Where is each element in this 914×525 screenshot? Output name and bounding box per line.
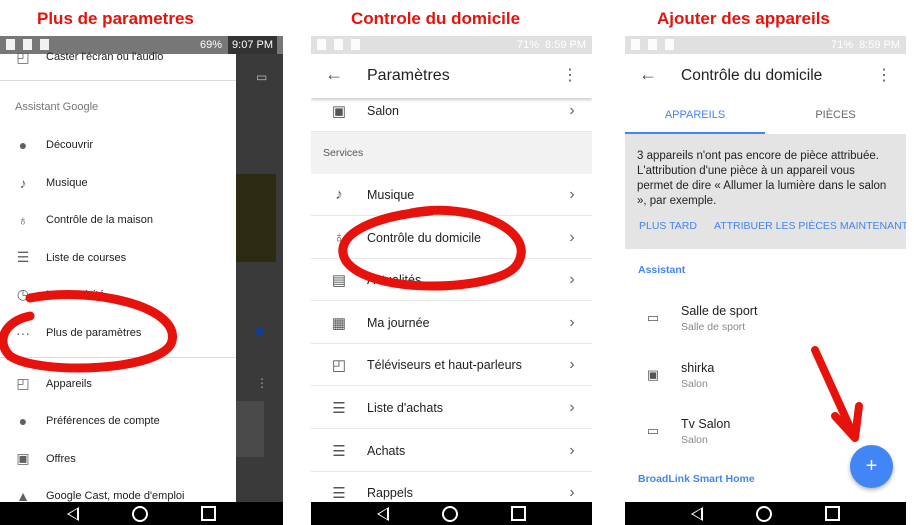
tab-pieces[interactable]: PIÈCES — [765, 98, 906, 134]
list-icon: ☰ — [332, 399, 346, 417]
settings-item-achats[interactable]: ☰ Achats › — [311, 430, 592, 472]
section-header: Assistant — [638, 264, 686, 276]
chevron-right-icon: › — [569, 355, 575, 373]
settings-item-televiseurs[interactable]: ◰ Téléviseurs et haut-parleurs › — [311, 344, 592, 386]
list-icon: ☰ — [332, 442, 346, 460]
scrim[interactable]: ▭ ⋮ — [236, 36, 283, 525]
home-nav-icon[interactable] — [441, 505, 458, 522]
chevron-right-icon: › — [569, 398, 575, 416]
battery-level: 71% — [831, 39, 854, 51]
list-icon: ☰ — [16, 249, 30, 265]
tv-icon: ▭ — [646, 423, 660, 438]
clock: 8:59 PM — [545, 39, 586, 51]
back-nav-icon[interactable] — [66, 506, 79, 521]
music-note-icon: ♪ — [19, 174, 27, 191]
list-icon: ☰ — [332, 484, 346, 502]
caption-3: Ajouter des appareils — [657, 9, 830, 28]
back-nav-icon[interactable] — [691, 506, 704, 521]
device-item[interactable]: ▭ Salle de sport Salle de sport — [625, 290, 906, 346]
chevron-right-icon: › — [569, 228, 575, 246]
caption-1: Plus de parametres — [37, 9, 194, 28]
back-nav-icon[interactable] — [377, 506, 390, 521]
tv-icon: ▭ — [646, 310, 660, 325]
recents-nav-icon[interactable] — [201, 506, 217, 521]
drawer-item-controle[interactable]: ♁ Contrôle de la maison — [0, 201, 236, 238]
drawer-item-liste[interactable]: ☰ Liste de courses — [0, 239, 236, 276]
back-arrow-icon[interactable]: ← — [639, 64, 657, 85]
status-bar: 71% 8:59 PM — [625, 36, 906, 54]
assign-rooms-button[interactable]: ATTRIBUER LES PIÈCES MAINTENANT — [714, 220, 906, 232]
drawer-item-preferences[interactable]: ● Préférences de compte — [0, 402, 236, 439]
chevron-right-icon: › — [569, 441, 575, 459]
chevron-right-icon: › — [569, 483, 575, 501]
page-title: Paramètres — [367, 67, 450, 84]
recents-nav-icon[interactable] — [510, 506, 526, 521]
settings-item-liste-achats[interactable]: ☰ Liste d'achats › — [311, 387, 592, 429]
devices-icon: ◰ — [16, 375, 30, 391]
recents-nav-icon[interactable] — [824, 506, 840, 521]
gift-icon: ▣ — [16, 450, 30, 466]
lightbulb-icon: ♁ — [17, 211, 29, 228]
settings-item-ma-journee[interactable]: ▦ Ma journée › — [311, 302, 592, 344]
annotation-circle — [338, 205, 526, 291]
drawer-item-decouvrir[interactable]: ● Découvrir — [0, 126, 236, 163]
annotation-circle — [0, 290, 177, 373]
account-icon: ● — [18, 412, 28, 429]
nav-bar — [625, 502, 906, 525]
cast-icon: ◰ — [16, 48, 30, 65]
drawer-item-cast[interactable]: ◰ Caster l'écran ou l'audio — [0, 48, 236, 66]
home-nav-icon[interactable] — [755, 505, 772, 522]
calendar-icon: ▦ — [331, 314, 347, 332]
speaker-icon: ▣ — [331, 102, 347, 120]
phone-settings: 71% 8:59 PM ← Paramètres ⋮ ▣ Salon › Servi… — [311, 36, 592, 525]
divider — [0, 80, 236, 81]
caption-2: Controle du domicile — [351, 9, 521, 28]
section-header: Assistant Google — [15, 101, 99, 113]
home-nav-icon[interactable] — [131, 505, 148, 522]
chevron-right-icon: › — [569, 270, 575, 288]
notice-card: 3 appareils n'ont pas encore de pièce at… — [625, 134, 906, 249]
settings-item-salon[interactable]: ▣ Salon › — [311, 90, 592, 132]
back-arrow-icon[interactable]: ← — [325, 64, 343, 85]
battery-level: 71% — [517, 39, 540, 51]
chevron-right-icon: › — [569, 313, 575, 331]
speaker-icon: ▣ — [646, 367, 660, 382]
clock: 8:59 PM — [859, 39, 900, 51]
add-device-fab[interactable]: + — [850, 445, 893, 488]
cast-icon: ◰ — [331, 356, 347, 374]
later-button[interactable]: PLUS TARD — [639, 220, 697, 232]
overflow-menu-icon[interactable]: ⋮ — [876, 65, 892, 85]
tab-appareils[interactable]: APPAREILS — [625, 98, 765, 134]
section-header: BroadLink Smart Home — [638, 473, 755, 485]
status-bar: 71% 8:59 PM — [311, 36, 592, 54]
more-icon[interactable]: ⋮ — [256, 376, 268, 390]
chevron-right-icon: › — [569, 101, 575, 119]
phone-drawer: ▭ ⋮ 69% 9:07 PM ◰ Caster l'écran ou l'aud… — [0, 36, 283, 525]
notice-text: 3 appareils n'ont pas encore de pièce at… — [637, 150, 887, 207]
phone-home-control: 71% 8:59 PM ← Contrôle du domicile ⋮ APP… — [625, 36, 906, 525]
cast-icon: ▭ — [256, 70, 268, 84]
page-title: Contrôle du domicile — [681, 67, 823, 84]
nav-bar — [0, 502, 283, 525]
drawer-item-offres[interactable]: ▣ Offres — [0, 440, 236, 477]
nav-bar — [311, 502, 592, 525]
overflow-menu-icon[interactable]: ⋮ — [562, 65, 578, 85]
annotation-arrow — [811, 346, 863, 442]
drawer-item-musique[interactable]: ♪ Musique — [0, 164, 236, 201]
section-header: Services — [311, 132, 592, 174]
chevron-right-icon: › — [569, 185, 575, 203]
compass-icon: ● — [18, 136, 28, 153]
